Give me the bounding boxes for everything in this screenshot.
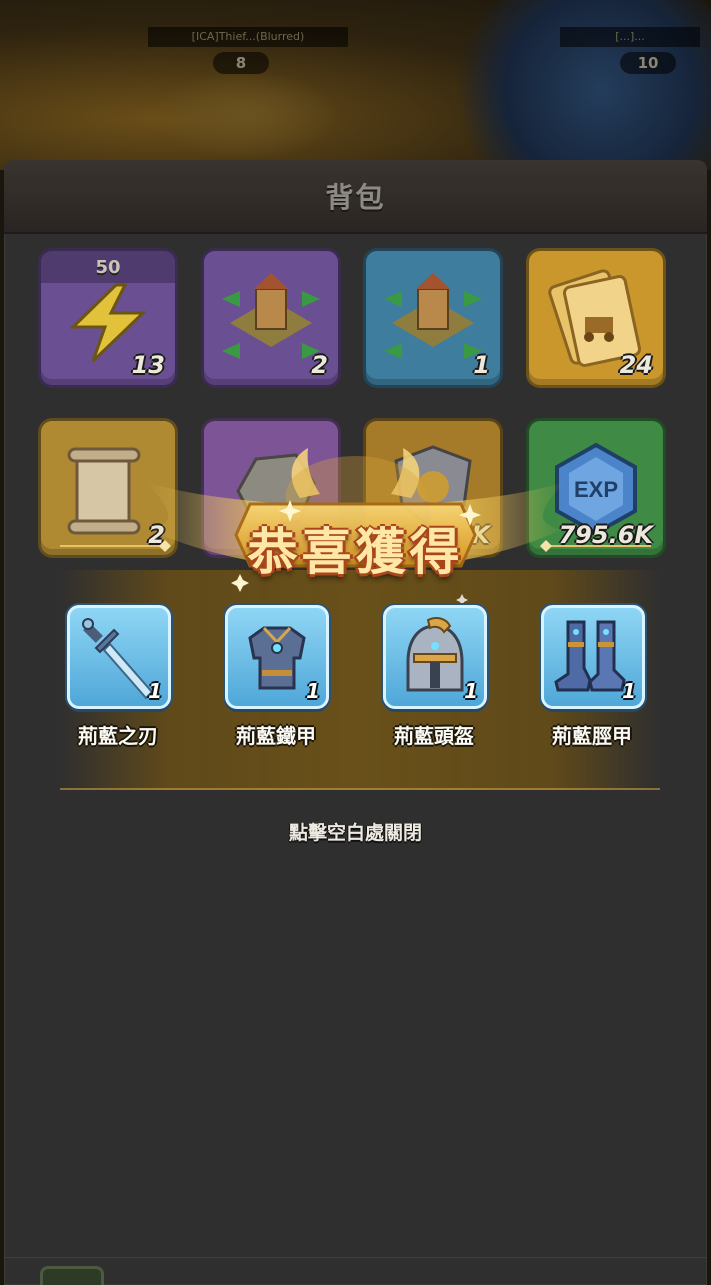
castle-silhouette	[150, 70, 340, 160]
blue-territory-glow	[451, 0, 711, 170]
item-count: 2	[311, 351, 328, 379]
reward-name-sword: 荊藍之刃	[78, 724, 158, 748]
item-castle-relocate-blue[interactable]: 1	[363, 248, 503, 388]
reward-count: 1	[464, 679, 478, 703]
reward-item-helmet[interactable]: 1	[383, 605, 487, 709]
reward-count: 1	[622, 679, 636, 703]
panel-title: 背包	[325, 181, 386, 214]
reward-name-helmet: 荊藍頭盔	[394, 724, 474, 748]
player-name-right: [...]...	[560, 27, 700, 47]
bottom-bar-button[interactable]	[40, 1266, 104, 1285]
reward-item-sword[interactable]: 1	[67, 605, 171, 709]
reward-count: 1	[306, 679, 320, 703]
player-level-left: 8	[213, 52, 269, 74]
reward-item-chest-armor[interactable]: 1	[225, 605, 329, 709]
item-count: 13	[131, 351, 165, 379]
item-count: 1	[473, 351, 490, 379]
item-energy-bolt[interactable]: 50 13	[38, 248, 178, 388]
panel-bottom-divider	[4, 1257, 707, 1258]
reward-count: 1	[148, 679, 162, 703]
world-map-background: [ICA]Thief...(Blurred) 8 [...]... 10	[0, 0, 711, 170]
item-castle-relocate-purple[interactable]: 2	[201, 248, 341, 388]
close-hint-text[interactable]: 點擊空白處關閉	[0, 818, 711, 845]
reward-name-chest-armor: 荊藍鐵甲	[236, 724, 316, 748]
panel-header: 背包	[4, 160, 707, 234]
player-level-right: 10	[620, 52, 676, 74]
player-name-left: [ICA]Thief...(Blurred)	[148, 27, 348, 47]
congrats-title: 恭喜獲得	[247, 523, 464, 581]
item-count: 24	[619, 351, 653, 379]
item-wagon-ticket[interactable]: 24	[526, 248, 666, 388]
reward-name-boots: 荊藍脛甲	[552, 724, 632, 748]
reward-item-boots[interactable]: 1	[541, 605, 645, 709]
